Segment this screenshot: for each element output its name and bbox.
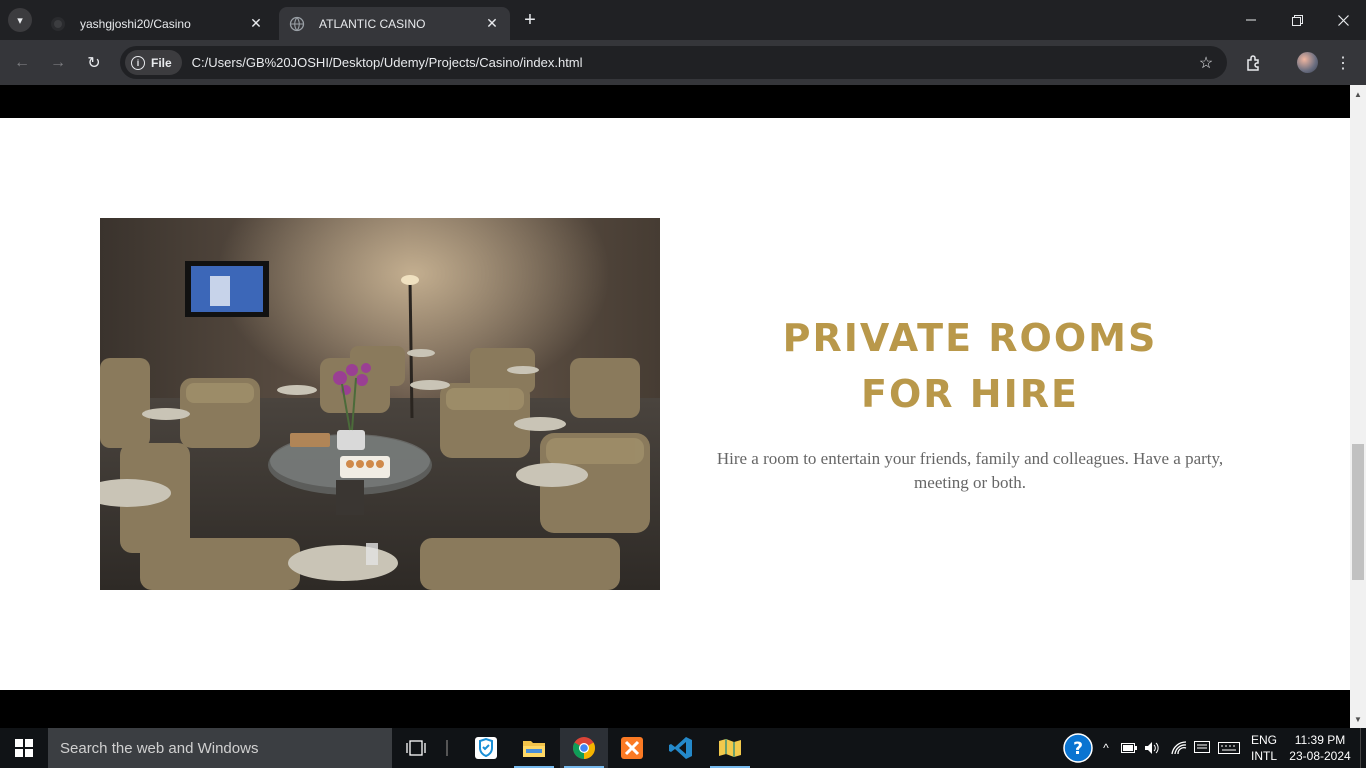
- tab-github[interactable]: yashgjoshi20/Casino ✕: [40, 7, 274, 40]
- wifi-icon[interactable]: [1168, 728, 1190, 768]
- taskbar-divider: [446, 740, 448, 756]
- taskbar-search-placeholder: Search the web and Windows: [60, 739, 259, 757]
- taskbar-app-security[interactable]: [462, 728, 510, 768]
- page-footer-bar: [0, 690, 1350, 730]
- keyboard-icon[interactable]: [1216, 728, 1242, 768]
- close-icon[interactable]: ✕: [484, 15, 500, 32]
- tab-search-button[interactable]: ▾: [8, 8, 32, 32]
- task-view-icon: [406, 740, 426, 756]
- taskbar-app-chrome[interactable]: [560, 728, 608, 768]
- scroll-thumb[interactable]: [1352, 444, 1364, 580]
- web-page: PRIVATE ROOMS FOR HIRE Hire a room to en…: [0, 85, 1350, 730]
- folder-icon: [523, 741, 545, 757]
- taskbar-app-maps[interactable]: [706, 728, 754, 768]
- vscode-icon: [669, 737, 692, 759]
- language-indicator[interactable]: ENG INTL: [1244, 728, 1284, 768]
- page-scrollbar[interactable]: ▲ ▼: [1350, 85, 1366, 730]
- section-title-line1: PRIVATE ROOMS: [782, 316, 1158, 360]
- clock-date: 23-08-2024: [1289, 749, 1351, 763]
- battery-icon[interactable]: [1119, 728, 1139, 768]
- chip-label: File: [151, 55, 172, 70]
- language-line2: INTL: [1250, 749, 1277, 763]
- xampp-icon: [621, 737, 643, 759]
- browser-toolbar: ← → ↻ i File C:/Users/GB%20JOSHI/Desktop…: [0, 40, 1366, 85]
- volume-icon[interactable]: [1142, 728, 1162, 768]
- clock-time: 11:39 PM: [1294, 733, 1346, 747]
- extensions-icon[interactable]: [1241, 50, 1267, 76]
- taskbar-search-box[interactable]: Search the web and Windows: [48, 728, 392, 768]
- windows-taskbar: Search the web and Windows ? ^ ENG INTL …: [0, 728, 1366, 768]
- svg-text:?: ?: [1073, 739, 1083, 759]
- tab-title: ATLANTIC CASINO: [319, 16, 426, 31]
- help-icon[interactable]: ?: [1060, 728, 1096, 768]
- reload-icon: ↻: [87, 55, 101, 72]
- tab-title: yashgjoshi20/Casino: [80, 16, 191, 31]
- github-icon: [50, 16, 66, 32]
- close-window-button[interactable]: [1320, 0, 1366, 40]
- show-desktop-button[interactable]: [1360, 728, 1366, 768]
- section-title: PRIVATE ROOMS FOR HIRE: [700, 310, 1240, 422]
- info-icon: i: [131, 55, 145, 70]
- profile-avatar[interactable]: [1297, 52, 1318, 73]
- close-icon[interactable]: ✕: [248, 15, 264, 32]
- url-text[interactable]: C:/Users/GB%20JOSHI/Desktop/Udemy/Projec…: [192, 55, 1191, 70]
- section-description: Hire a room to entertain your friends, f…: [716, 449, 1224, 492]
- task-view-button[interactable]: [392, 728, 440, 768]
- tab-atlantic-casino[interactable]: ATLANTIC CASINO ✕: [279, 7, 510, 40]
- chevron-down-icon: ▾: [17, 14, 23, 27]
- page-header-bar: [0, 85, 1350, 118]
- scroll-down-arrow-icon[interactable]: ▼: [1350, 712, 1366, 728]
- chrome-icon: [573, 737, 595, 759]
- start-button[interactable]: [0, 728, 48, 768]
- clock[interactable]: 11:39 PM 23-08-2024: [1286, 728, 1354, 768]
- arrow-right-icon: →: [50, 54, 66, 71]
- show-hidden-icons-chevron-icon[interactable]: ^: [1097, 728, 1115, 768]
- section-title-line2: FOR HIRE: [861, 372, 1079, 416]
- taskbar-app-file-explorer[interactable]: [510, 728, 558, 768]
- maps-app-icon: [719, 739, 741, 757]
- private-room-image: [100, 218, 660, 590]
- shield-app-icon: [475, 737, 497, 759]
- bookmark-star-icon[interactable]: ☆: [1191, 53, 1221, 73]
- restore-button[interactable]: [1274, 0, 1320, 40]
- menu-icon[interactable]: ⋮: [1330, 50, 1356, 76]
- scroll-up-arrow-icon[interactable]: ▲: [1350, 87, 1366, 103]
- site-info-chip[interactable]: i File: [125, 50, 182, 75]
- taskbar-app-xampp[interactable]: [608, 728, 656, 768]
- globe-icon: [289, 16, 305, 32]
- back-button[interactable]: ←: [9, 50, 35, 76]
- reload-button[interactable]: ↻: [81, 50, 107, 76]
- new-tab-button[interactable]: +: [519, 10, 541, 32]
- minimize-button[interactable]: [1228, 0, 1274, 40]
- notifications-icon[interactable]: [1192, 728, 1212, 768]
- arrow-left-icon: ←: [14, 54, 30, 71]
- forward-button[interactable]: →: [45, 50, 71, 76]
- tab-strip: ▾ yashgjoshi20/Casino ✕ ATLANTIC CASINO …: [0, 0, 1366, 40]
- language-line1: ENG: [1250, 733, 1277, 747]
- windows-logo-icon: [15, 739, 33, 757]
- taskbar-app-vscode[interactable]: [657, 728, 705, 768]
- address-bar[interactable]: i File C:/Users/GB%20JOSHI/Desktop/Udemy…: [120, 46, 1227, 79]
